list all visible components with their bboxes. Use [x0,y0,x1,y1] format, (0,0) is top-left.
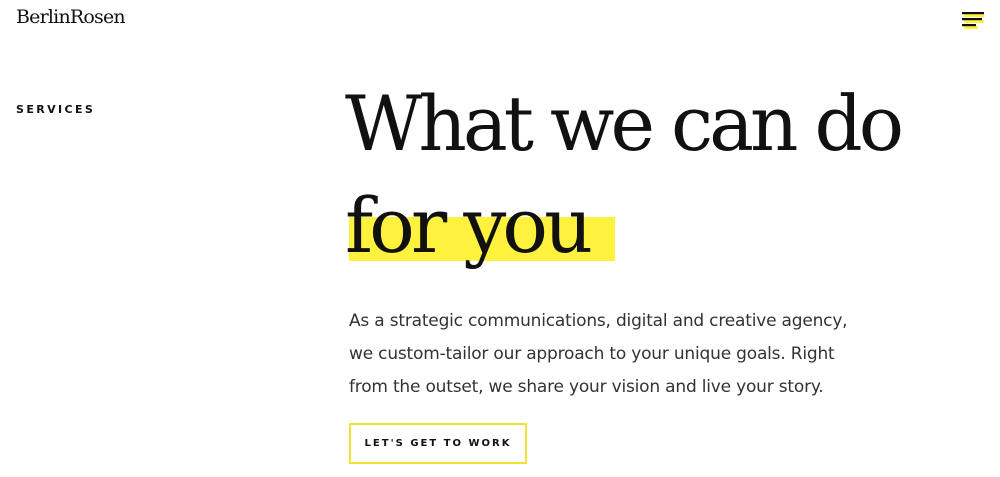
headline-line-2-wrapper: for you [345,176,593,276]
headline-line-1: What we can do [345,79,904,168]
services-page: BerlinRosen SERVICES What we can do for … [0,0,1000,477]
menu-button[interactable] [960,8,986,30]
hero-headline: What we can do for you [345,74,906,276]
hamburger-menu-icon [962,12,984,29]
lets-get-to-work-button[interactable]: LET'S GET TO WORK [349,423,527,464]
section-label: SERVICES [16,103,96,116]
brand-logo[interactable]: BerlinRosen [16,6,126,28]
headline-line-2: for you [345,181,593,270]
hero-intro-text: As a strategic communications, digital a… [349,311,848,397]
